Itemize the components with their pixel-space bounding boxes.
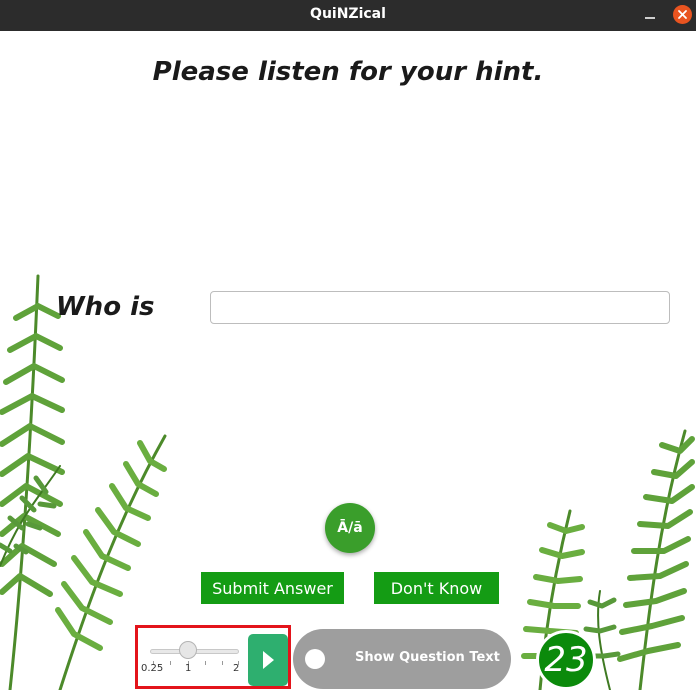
speed-slider-thumb[interactable] xyxy=(179,641,197,659)
macron-toggle-button[interactable]: Ā/ā xyxy=(325,503,375,553)
answer-prompt-label: Who is xyxy=(56,292,155,322)
window-title: QuiNZical xyxy=(310,6,386,22)
speed-tick-label: 2 xyxy=(233,663,240,674)
fern-decoration-right xyxy=(521,429,695,690)
speed-tick xyxy=(222,661,223,665)
speed-tick xyxy=(170,661,171,665)
countdown-timer: 23 xyxy=(536,630,596,690)
playback-speed-panel: 0.25 1 2 xyxy=(135,625,291,689)
speed-tick-label: 1 xyxy=(185,663,192,674)
answer-input[interactable] xyxy=(210,291,670,324)
play-icon xyxy=(263,651,274,669)
toggle-knob[interactable] xyxy=(305,649,325,669)
speed-tick-label: 0.25 xyxy=(141,663,164,674)
minimize-icon[interactable] xyxy=(642,7,658,23)
show-question-label: Show Question Text xyxy=(355,650,500,665)
dont-know-button[interactable]: Don't Know xyxy=(374,572,499,604)
hint-heading: Please listen for your hint. xyxy=(152,57,544,87)
quiz-content: Please listen for your hint. Who is Ā/ā … xyxy=(0,31,696,690)
submit-answer-button[interactable]: Submit Answer xyxy=(201,572,344,604)
window-titlebar: QuiNZical xyxy=(0,0,696,31)
show-question-toggle[interactable]: Show Question Text xyxy=(293,629,511,689)
close-icon[interactable] xyxy=(673,5,692,24)
replay-audio-button[interactable] xyxy=(248,634,288,686)
speed-tick xyxy=(205,661,206,665)
